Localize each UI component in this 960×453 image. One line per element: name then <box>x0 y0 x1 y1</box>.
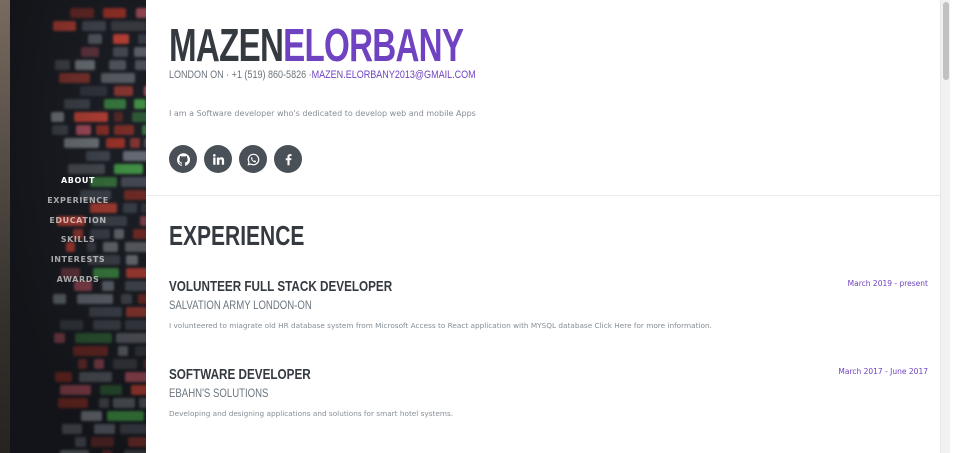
section-divider <box>146 195 940 196</box>
email-link[interactable]: MAZEN.ELORBANY2013@GMAIL.COM <box>312 69 476 81</box>
sidebar-edge <box>0 0 10 453</box>
github-icon <box>176 152 190 166</box>
sidebar: ABOUT EXPERIENCE EDUCATION SKILLS INTERE… <box>0 0 146 453</box>
nav-item-interests[interactable]: INTERESTS <box>10 250 146 270</box>
nav-item-about[interactable]: ABOUT <box>10 171 146 191</box>
whatsapp-icon <box>247 153 259 166</box>
facebook-icon <box>285 153 292 165</box>
linkedin-icon <box>212 153 224 165</box>
job-description: Developing and designing applications an… <box>169 409 454 418</box>
job-title: SOFTWARE DEVELOPER <box>169 366 311 383</box>
contact-text: LONDON ON · +1 (519) 860-5826 · <box>169 69 312 81</box>
job-description: I volunteered to miagrate old HR databas… <box>169 321 712 330</box>
linkedin-link[interactable] <box>204 145 232 173</box>
sidebar-nav: ABOUT EXPERIENCE EDUCATION SKILLS INTERE… <box>10 171 146 290</box>
intro-text: I am a Software developer who's dedicate… <box>169 109 476 118</box>
social-icons <box>169 145 302 173</box>
nav-item-awards[interactable]: AWARDS <box>10 270 146 290</box>
scrollbar[interactable] <box>940 0 950 453</box>
whatsapp-link[interactable] <box>239 145 267 173</box>
nav-item-skills[interactable]: SKILLS <box>10 230 146 250</box>
job-date: March 2017 - June 2017 <box>838 367 928 376</box>
page: ABOUT EXPERIENCE EDUCATION SKILLS INTERE… <box>0 0 960 453</box>
nav-item-experience[interactable]: EXPERIENCE <box>10 191 146 211</box>
job-date: March 2019 - present <box>847 279 928 288</box>
about-section: MAZENELORBANY LONDON ON · +1 (519) 860-5… <box>169 0 939 195</box>
section-title: EXPERIENCE <box>169 220 305 251</box>
first-name: MAZEN <box>169 19 284 71</box>
last-name: ELORBANY <box>283 19 464 71</box>
main-content: MAZENELORBANY LONDON ON · +1 (519) 860-5… <box>146 0 950 453</box>
nav-item-education[interactable]: EDUCATION <box>10 211 146 231</box>
job-company: SALVATION ARMY LONDON-ON <box>169 298 312 312</box>
contact-info: LONDON ON · +1 (519) 860-5826 ·MAZEN.ELO… <box>169 68 476 82</box>
facebook-link[interactable] <box>274 145 302 173</box>
scrollbar-thumb[interactable] <box>943 2 949 80</box>
job-company: EBAHN'S SOLUTIONS <box>169 386 269 400</box>
github-link[interactable] <box>169 145 197 173</box>
job-title: VOLUNTEER FULL STACK DEVELOPER <box>169 278 393 295</box>
page-title: MAZENELORBANY <box>169 19 464 71</box>
